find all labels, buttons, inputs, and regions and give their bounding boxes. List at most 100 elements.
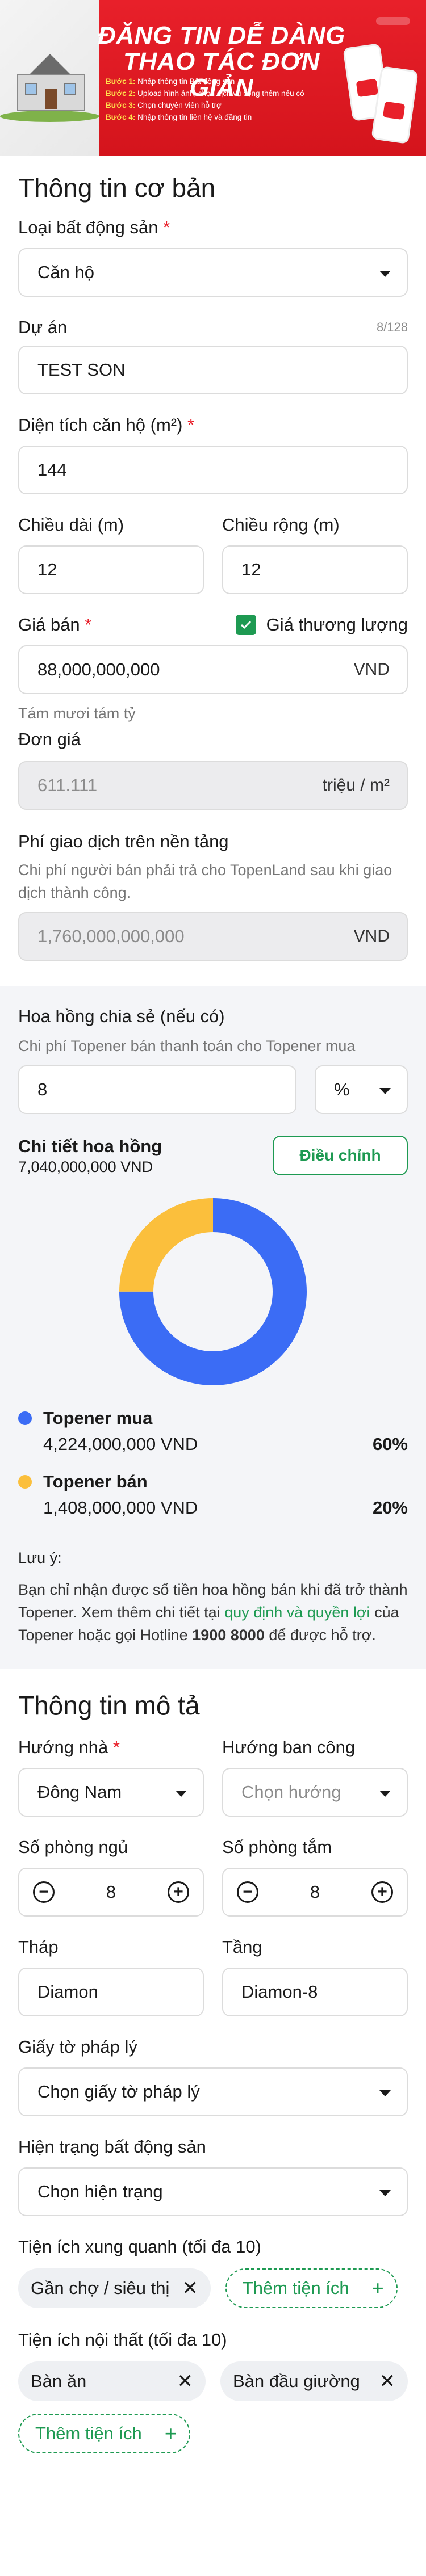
nearby-label: Tiện ích xung quanh (tối đa 10)	[18, 2237, 261, 2256]
add-amenity-button[interactable]: Thêm tiện ích +	[225, 2268, 398, 2308]
floor-label: Tầng	[222, 1937, 262, 1957]
legend-dot	[18, 1475, 32, 1489]
commission-unit-select[interactable]: %	[315, 1065, 408, 1114]
balcony-label: Hướng ban công	[222, 1737, 356, 1757]
legend-item: Topener bán 1,408,000,000 VND 20%	[18, 1472, 408, 1518]
legal-label: Giấy tờ pháp lý	[18, 2037, 137, 2057]
length-label: Chiều dài (m)	[18, 515, 124, 535]
checkbox-checked-icon	[235, 615, 256, 635]
amenity-chip: Gần chợ / siêu thị ✕	[18, 2268, 211, 2308]
commission-detail-label: Chi tiết hoa hồng	[18, 1136, 162, 1156]
commission-total: 7,040,000,000 VND	[18, 1158, 153, 1175]
price-in-words: Tám mươi tám tỷ	[18, 705, 136, 722]
close-icon[interactable]: ✕	[182, 2279, 198, 2298]
status-label: Hiện trạng bất động sản	[18, 2137, 206, 2157]
note-text: Bạn chỉ nhận được số tiền hoa hồng bán k…	[18, 1581, 408, 1644]
close-icon[interactable]: ✕	[177, 2372, 194, 2391]
banner-step: Bước 3: Chọn chuyên viên hỗ trợ	[106, 101, 222, 110]
property-type-label: Loại bất động sản	[18, 217, 158, 237]
description-section: Thông tin mô tả Hướng nhà * Đông Nam Hướ…	[0, 1669, 426, 2470]
legend-amount: 4,224,000,000 VND	[43, 1434, 198, 1454]
project-label: Dự án	[18, 317, 68, 337]
amenity-chip: Bàn đầu giường ✕	[220, 2361, 408, 2401]
price-unit: VND	[353, 660, 390, 679]
add-amenity-button[interactable]: Thêm tiện ích +	[18, 2414, 190, 2453]
caret-down-icon	[379, 1791, 391, 1797]
commission-input[interactable]: 8	[18, 1065, 296, 1114]
direction-label: Hướng nhà	[18, 1737, 108, 1757]
unit-price-label: Đơn giá	[18, 729, 81, 749]
legend-percent: 60%	[372, 1434, 408, 1454]
required-mark: *	[85, 615, 92, 634]
required-mark: *	[163, 217, 170, 237]
status-select[interactable]: Chọn hiện trạng	[18, 2167, 408, 2216]
legend-item: Topener mua 4,224,000,000 VND 60%	[18, 1408, 408, 1455]
negotiable-checkbox[interactable]: Giá thương lượng	[235, 613, 408, 636]
promo-banner: ĐĂNG TIN DỄ DÀNG THAO TÁC ĐƠN GIẢN Bước …	[0, 0, 426, 156]
post-listing-form: ĐĂNG TIN DỄ DÀNG THAO TÁC ĐƠN GIẢN Bước …	[0, 0, 426, 2470]
hotline[interactable]: 1900 8000	[192, 1627, 265, 1644]
legend-dot	[18, 1411, 32, 1425]
policy-link[interactable]: quy định và quyền lợi	[224, 1604, 370, 1621]
legend-amount: 1,408,000,000 VND	[43, 1498, 198, 1518]
legend-name: Topener bán	[43, 1472, 148, 1491]
required-mark: *	[112, 1737, 120, 1757]
caret-down-icon	[379, 2090, 391, 2096]
property-type-select[interactable]: Căn hộ	[18, 248, 408, 297]
interior-chips: Bàn ăn ✕ Bàn đầu giường ✕ Thêm tiện ích +	[18, 2361, 408, 2453]
caret-down-icon	[379, 2190, 391, 2196]
banner-steps: Bước 1: Nhập thông tin Bất động sản Bước…	[106, 75, 344, 123]
amenity-chip: Bàn ăn ✕	[18, 2361, 206, 2401]
char-counter: 8/128	[376, 320, 408, 334]
nearby-chips: Gần chợ / siêu thị ✕ Thêm tiện ích +	[18, 2268, 408, 2308]
tower-input[interactable]: Diamon	[18, 1968, 204, 2016]
plus-icon[interactable]: +	[168, 1881, 189, 1903]
length-input[interactable]: 12	[18, 545, 204, 594]
commission-section: Hoa hồng chia sẻ (nếu có) Chi phí Topene…	[0, 986, 426, 1669]
bedrooms-label: Số phòng ngủ	[18, 1837, 128, 1857]
banner-step: Bước 1: Nhập thông tin Bất động sản	[106, 77, 235, 86]
adjust-button[interactable]: Điều chỉnh	[273, 1136, 408, 1175]
banner-step: Bước 2: Upload hình ảnh, chọn dịch vụ cộ…	[106, 89, 304, 98]
legend-percent: 20%	[372, 1498, 408, 1518]
note-title: Lưu ý:	[18, 1549, 62, 1566]
house-illustration	[0, 0, 99, 156]
fee-unit: VND	[353, 927, 390, 945]
price-input[interactable]: 88,000,000,000 VND	[18, 645, 408, 694]
commission-description: Chi phí Topener bán thanh toán cho Topen…	[18, 1037, 356, 1054]
bathrooms-stepper: − 8 +	[222, 1868, 408, 1917]
fee-description: Chi phí người bán phải trả cho TopenLand…	[18, 862, 392, 901]
minus-icon[interactable]: −	[237, 1881, 258, 1903]
tower-label: Tháp	[18, 1937, 59, 1957]
unit-price-unit: triệu / m²	[322, 776, 390, 795]
caret-down-icon	[379, 1088, 391, 1094]
commission-label: Hoa hồng chia sẻ (nếu có)	[18, 1006, 225, 1026]
floor-input[interactable]: Diamon-8	[222, 1968, 408, 2016]
unit-price-field: 611.111 triệu / m²	[18, 761, 408, 810]
width-input[interactable]: 12	[222, 545, 408, 594]
area-label: Diện tích căn hộ (m²)	[18, 415, 183, 435]
fee-field: 1,760,000,000,000 VND	[18, 912, 408, 961]
commission-donut-chart	[119, 1198, 307, 1385]
fee-label: Phí giao dịch trên nền tảng	[18, 831, 229, 851]
section-title: Thông tin cơ bản	[18, 173, 216, 203]
width-label: Chiều rộng (m)	[222, 515, 340, 535]
plus-icon: +	[371, 2276, 384, 2300]
close-icon[interactable]: ✕	[379, 2372, 396, 2391]
area-input[interactable]: 144	[18, 446, 408, 494]
legend-name: Topener mua	[43, 1408, 153, 1428]
legal-select[interactable]: Chọn giấy tờ pháp lý	[18, 2067, 408, 2116]
direction-select[interactable]: Đông Nam	[18, 1768, 204, 1817]
balcony-select[interactable]: Chọn hướng	[222, 1768, 408, 1817]
minus-icon[interactable]: −	[33, 1881, 55, 1903]
project-input[interactable]: TEST SON	[18, 346, 408, 394]
price-label: Giá bán	[18, 615, 80, 634]
plus-icon: +	[164, 2422, 177, 2445]
plus-icon[interactable]: +	[371, 1881, 393, 1903]
section-title: Thông tin mô tả	[18, 1691, 200, 1720]
basic-info-section: Thông tin cơ bản Loại bất động sản * Căn…	[0, 156, 426, 961]
caret-down-icon	[379, 271, 391, 277]
interior-label: Tiện ích nội thất (tối đa 10)	[18, 2330, 227, 2350]
caret-down-icon	[176, 1791, 187, 1797]
banner-step: Bước 4: Nhập thông tin liên hệ và đăng t…	[106, 113, 252, 121]
